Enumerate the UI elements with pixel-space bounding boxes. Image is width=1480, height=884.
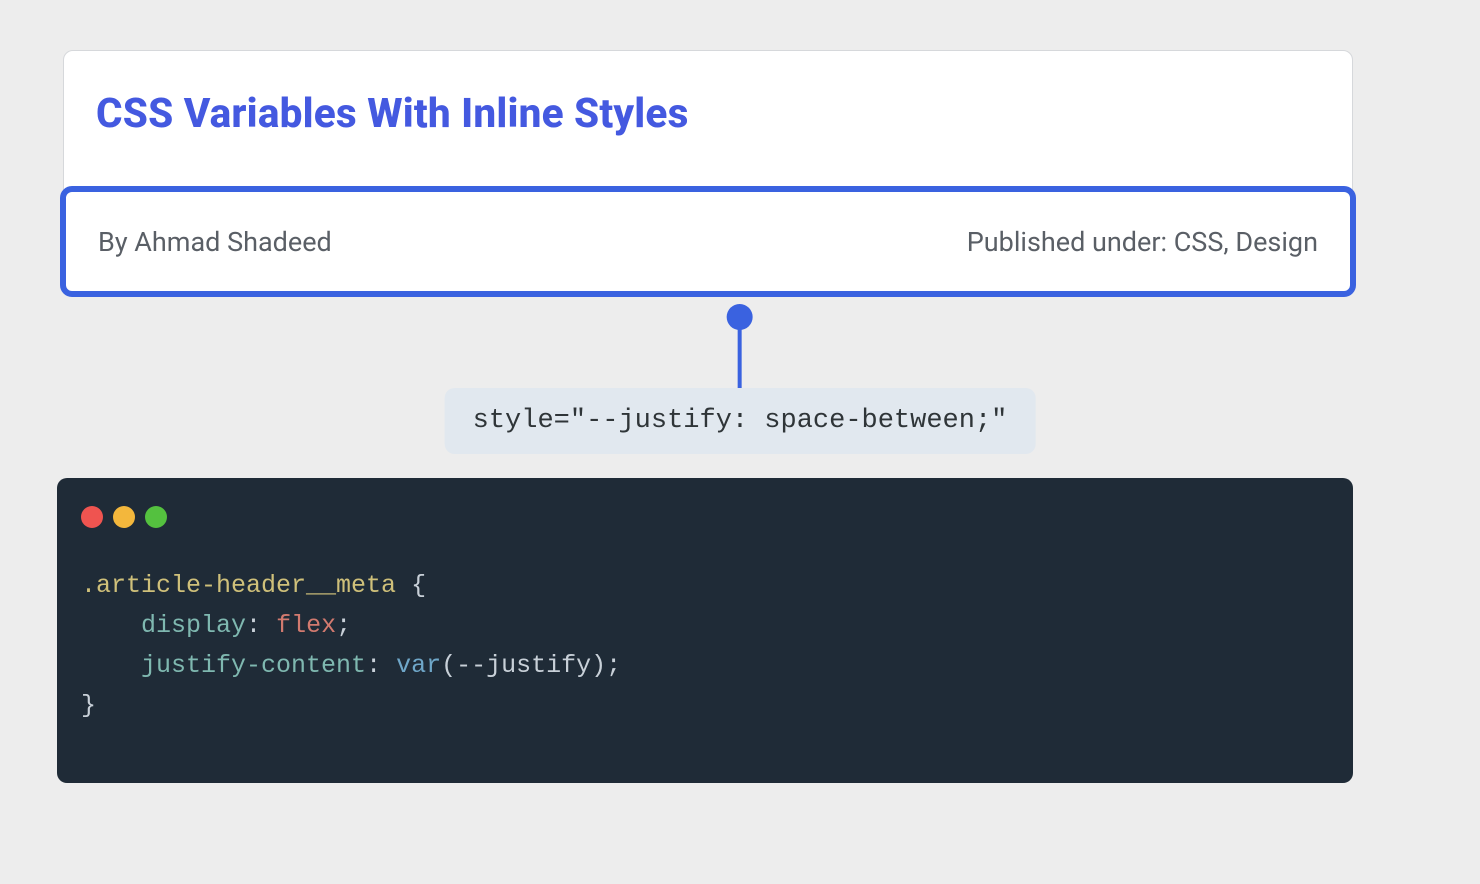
code-func-var: var xyxy=(396,651,441,680)
code-semi: ; xyxy=(336,611,351,640)
code-window: .article-header__meta { display: flex; j… xyxy=(57,478,1353,783)
code-colon: : xyxy=(246,611,276,640)
code-brace-close: } xyxy=(81,691,96,720)
code-block: .article-header__meta { display: flex; j… xyxy=(81,566,1329,726)
article-card: CSS Variables With Inline Styles By Ahma… xyxy=(63,50,1353,296)
callout-box: style="--justify: space-between;" xyxy=(445,388,1036,454)
code-prop-display: display xyxy=(141,611,246,640)
callout-connector: style="--justify: space-between;" xyxy=(445,304,1036,454)
code-value-flex: flex xyxy=(276,611,336,640)
code-brace-open: { xyxy=(411,571,426,600)
close-icon xyxy=(81,506,103,528)
code-selector: .article-header__meta xyxy=(81,571,411,600)
article-meta-row: By Ahmad Shadeed Published under: CSS, D… xyxy=(60,186,1356,297)
callout-dot xyxy=(727,304,753,330)
meta-author: By Ahmad Shadeed xyxy=(98,226,332,258)
meta-categories: Published under: CSS, Design xyxy=(967,226,1318,258)
minimize-icon xyxy=(113,506,135,528)
code-varname: --justify xyxy=(456,651,591,680)
maximize-icon xyxy=(145,506,167,528)
code-colon: : xyxy=(366,651,396,680)
code-indent xyxy=(81,611,141,640)
window-controls xyxy=(81,506,1329,528)
code-paren-open: ( xyxy=(441,651,456,680)
callout-line xyxy=(738,328,742,388)
code-prop-justify: justify-content xyxy=(141,651,366,680)
code-paren-close: ) xyxy=(591,651,606,680)
article-title: CSS Variables With Inline Styles xyxy=(96,89,689,137)
code-indent xyxy=(81,651,141,680)
code-semi: ; xyxy=(606,651,621,680)
